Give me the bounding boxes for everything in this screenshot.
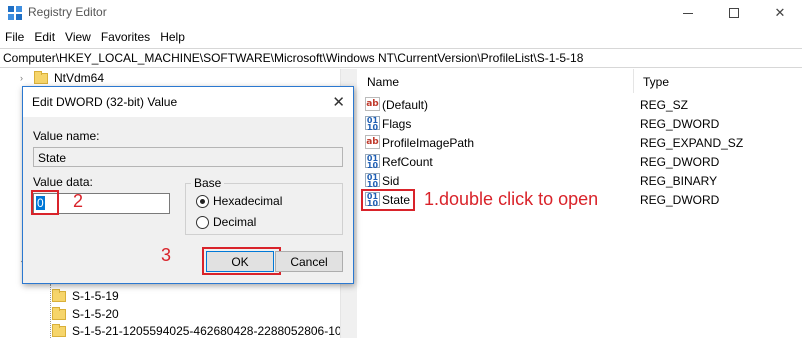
binary-value-icon: 01 10 (365, 116, 380, 132)
step2-annotation: 2 (73, 191, 84, 211)
value-name-label: Value name: (33, 129, 100, 143)
tree-item-label: S-1-5-20 (72, 307, 119, 321)
radio-hexadecimal-label: Hexadecimal (213, 194, 283, 208)
value-type: REG_DWORD (640, 155, 720, 169)
folder-icon (52, 323, 66, 337)
menu-edit[interactable]: Edit (29, 27, 60, 47)
menu-favorites[interactable]: Favorites (96, 27, 155, 47)
value-data-label: Value data: (33, 175, 93, 189)
radio-unchecked-icon (196, 215, 209, 229)
registry-editor-icon (8, 6, 22, 20)
column-header-type[interactable]: Type (634, 69, 802, 93)
base-label: Base (191, 176, 225, 190)
menu-bar: File Edit View Favorites Help (0, 27, 802, 47)
tree-item-ntvdm64[interactable]: NtVdm64 (34, 69, 104, 87)
title-bar: Registry Editor ✕ (0, 0, 802, 26)
menu-help[interactable]: Help (155, 27, 190, 47)
value-type: REG_DWORD (640, 193, 720, 207)
value-data-highlight-box (31, 190, 59, 215)
value-type: REG_DWORD (640, 117, 720, 131)
column-header-name[interactable]: Name (358, 69, 634, 93)
minimize-icon (683, 12, 693, 14)
value-name-field: State (33, 147, 343, 167)
tree-item-label: S-1-5-21-1205594025-462680428-2288052806… (72, 324, 355, 338)
menu-view[interactable]: View (60, 27, 96, 47)
folder-icon (52, 288, 66, 302)
tree-item-s-1-5-21[interactable]: S-1-5-21-1205594025-462680428-2288052806… (52, 322, 355, 338)
radio-decimal[interactable]: Decimal (196, 214, 256, 230)
step3-annotation: 3 (161, 245, 172, 265)
dialog-title: Edit DWORD (32-bit) Value (32, 95, 178, 109)
value-name: (Default) (382, 98, 429, 112)
binary-value-icon: 01 10 (365, 173, 380, 189)
value-row-profileimagepath[interactable]: ab ProfileImagePath REG_EXPAND_SZ (358, 133, 802, 152)
ok-button[interactable]: OK (206, 251, 274, 272)
radio-hexadecimal[interactable]: Hexadecimal (196, 193, 282, 209)
value-row-default[interactable]: ab (Default) REG_SZ (358, 95, 802, 114)
binary-value-icon: 01 10 (365, 154, 380, 170)
folder-icon (52, 306, 66, 320)
maximize-icon (729, 8, 739, 18)
string-value-icon: ab (365, 97, 380, 111)
value-row-sid[interactable]: 01 10 Sid REG_BINARY (358, 171, 802, 190)
value-row-flags[interactable]: 01 10 Flags REG_DWORD (358, 114, 802, 133)
expand-arrow-icon[interactable]: › (20, 73, 23, 83)
tree-item-label: NtVdm64 (54, 71, 105, 85)
dialog-title-bar: Edit DWORD (32-bit) Value ✕ (23, 87, 353, 117)
menu-file[interactable]: File (0, 27, 29, 47)
tree-item-label: S-1-5-19 (72, 289, 119, 303)
maximize-button[interactable] (711, 0, 757, 26)
folder-icon (34, 70, 48, 84)
tree-item-s-1-5-20[interactable]: S-1-5-20 (52, 305, 119, 323)
value-row-refcount[interactable]: 01 10 RefCount REG_DWORD (358, 152, 802, 171)
step1-annotation: 1.double click to open (424, 189, 599, 209)
string-value-icon: ab (365, 135, 380, 149)
value-name: Sid (382, 174, 400, 188)
value-name: Flags (382, 117, 412, 131)
window-title: Registry Editor (28, 5, 107, 19)
value-name: ProfileImagePath (382, 136, 475, 150)
tree-item-s-1-5-19[interactable]: S-1-5-19 (52, 287, 119, 305)
cancel-button[interactable]: Cancel (275, 251, 343, 272)
close-icon: ✕ (774, 5, 786, 20)
state-highlight-box (361, 189, 415, 211)
edit-dword-dialog: Edit DWORD (32-bit) Value ✕ Value name: … (22, 86, 354, 284)
radio-checked-icon (196, 194, 209, 208)
address-bar[interactable]: Computer\HKEY_LOCAL_MACHINE\SOFTWARE\Mic… (0, 48, 802, 68)
values-pane[interactable]: Name Type ab (Default) REG_SZ 01 10 Flags… (358, 69, 802, 338)
value-name: RefCount (382, 155, 433, 169)
dialog-close-icon[interactable]: ✕ (332, 93, 345, 111)
close-button[interactable]: ✕ (757, 0, 802, 26)
radio-decimal-label: Decimal (213, 215, 257, 229)
minimize-button[interactable] (665, 0, 711, 26)
value-type: REG_EXPAND_SZ (640, 136, 744, 150)
tree-guide-line (50, 284, 51, 338)
value-type: REG_BINARY (640, 174, 718, 188)
value-type: REG_SZ (640, 98, 689, 112)
